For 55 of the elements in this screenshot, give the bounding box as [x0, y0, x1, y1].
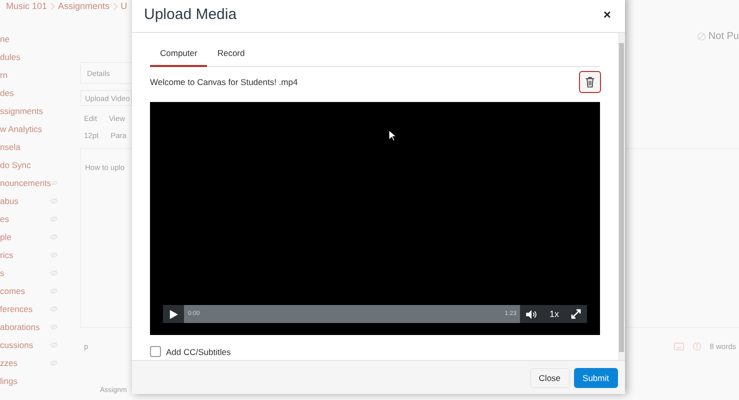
eye-icon	[50, 252, 58, 258]
nav-link[interactable]: do Sync	[0, 160, 31, 170]
publish-status: Not Pu	[708, 31, 739, 42]
nav-link[interactable]: ferences	[0, 304, 33, 314]
submit-button[interactable]: Submit	[574, 368, 618, 388]
nav-link[interactable]: rn	[0, 70, 8, 80]
tab[interactable]: Record	[207, 42, 255, 67]
volume-icon	[526, 310, 538, 318]
nav-link[interactable]: ne	[0, 34, 10, 44]
nav-link[interactable]: nouncements	[0, 178, 52, 188]
close-button[interactable]: Close	[530, 368, 570, 388]
eye-icon	[50, 288, 58, 294]
nav-link[interactable]: cussions	[0, 340, 34, 350]
eye-icon	[50, 360, 58, 366]
checkbox[interactable]	[150, 346, 161, 357]
close-button[interactable]: ×	[603, 6, 611, 22]
chevron-icon	[112, 2, 118, 10]
nav-link[interactable]: es	[0, 214, 9, 224]
eye-icon	[50, 198, 58, 204]
nav-link[interactable]: rics	[0, 250, 14, 260]
eye-icon	[50, 270, 58, 276]
chevron-icon	[50, 2, 56, 10]
nav-link[interactable]: ssignments	[0, 106, 43, 116]
fullscreen-icon	[571, 309, 581, 319]
eye-icon	[50, 216, 58, 222]
breadcrumb-link[interactable]: Music 101	[6, 1, 48, 11]
cursor-icon	[388, 129, 397, 142]
scrollbar[interactable]	[618, 33, 625, 360]
play-icon	[169, 310, 178, 318]
eye-icon	[51, 180, 58, 186]
delete-button[interactable]	[579, 71, 601, 93]
eye-icon	[50, 234, 58, 240]
file-name: Welcome to Canvas for Students! .mp4	[150, 77, 298, 87]
nav-link[interactable]: abus	[0, 196, 18, 206]
breadcrumb-link[interactable]: U	[120, 1, 128, 11]
eye-icon	[50, 342, 58, 348]
nav-link[interactable]: nsela	[0, 142, 20, 152]
dialog-title: Upload Media	[144, 6, 237, 22]
nav-link[interactable]: lings	[0, 376, 18, 386]
status-icon	[697, 32, 706, 41]
nav-link[interactable]: s	[0, 268, 4, 278]
nav-link[interactable]: aborations	[0, 322, 40, 332]
checkbox-label[interactable]: Add CC/Subtitles	[166, 346, 231, 356]
nav-link[interactable]: zzes	[0, 358, 18, 368]
breadcrumb-link[interactable]: Assignments	[58, 1, 110, 11]
eye-icon	[50, 324, 58, 330]
nav-link[interactable]: w Analytics	[0, 124, 42, 134]
nav-link[interactable]: ple	[0, 232, 12, 242]
nav-link[interactable]: des	[0, 88, 14, 98]
speed-button[interactable]: 1x	[543, 305, 565, 323]
eye-icon	[50, 306, 58, 312]
tab[interactable]: Computer	[150, 42, 208, 67]
nav-link[interactable]: dules	[0, 52, 20, 62]
nav-link[interactable]: comes	[0, 286, 26, 296]
trash-icon	[585, 76, 595, 88]
